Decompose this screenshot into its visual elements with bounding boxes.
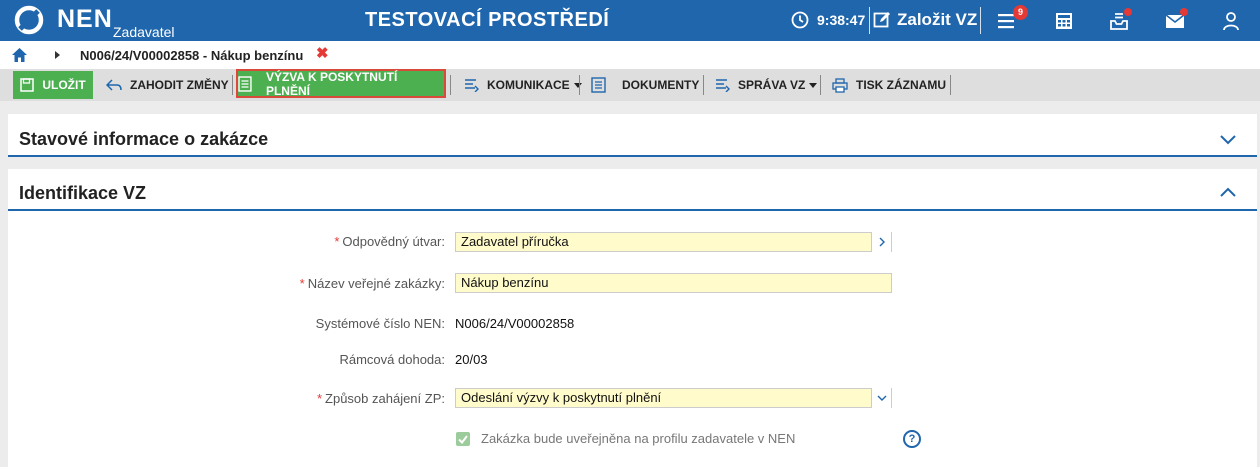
- header-divider: [869, 7, 870, 34]
- chevron-right-icon: [879, 237, 885, 247]
- home-icon[interactable]: [12, 48, 27, 62]
- clock-icon: [791, 11, 809, 29]
- chevron-down-icon[interactable]: [1219, 134, 1237, 146]
- toolbar-divider: [579, 75, 580, 95]
- edit-icon: [873, 12, 890, 28]
- discard-changes-button[interactable]: ZAHODIT ZMĚNY: [106, 71, 229, 99]
- toolbar-divider: [450, 75, 451, 95]
- required-marker: *: [299, 276, 305, 291]
- status-info-title[interactable]: Stavové informace o zakázce: [19, 129, 268, 150]
- checkmark-icon: [458, 434, 468, 444]
- environment-title: TESTOVACÍ PROSTŘEDÍ: [365, 9, 610, 31]
- system-number-label: Systémové číslo NEN:: [315, 316, 445, 331]
- toolbar-divider: [820, 75, 821, 95]
- help-icon[interactable]: ?: [903, 430, 921, 448]
- contract-name-field[interactable]: Nákup benzínu: [455, 273, 892, 293]
- chevron-down-icon: [809, 82, 818, 88]
- message-lines-icon: [465, 79, 479, 92]
- clock-time: 9:38:47: [817, 12, 866, 28]
- initiation-method-select[interactable]: Odeslání výzvy k poskytnutí plnění: [455, 388, 892, 408]
- dokumenty-button[interactable]: DOKUMENTY: [591, 71, 699, 99]
- notification-dot: [1180, 8, 1188, 16]
- chevron-up-icon[interactable]: [1219, 186, 1237, 198]
- tasks-badge: 9: [1013, 5, 1028, 20]
- save-label: ULOŽIT: [42, 78, 86, 92]
- contract-name-value: Nákup benzínu: [461, 275, 549, 290]
- initiation-method-label: * Způsob zahájení ZP:: [316, 391, 445, 406]
- save-button[interactable]: ULOŽIT: [13, 71, 93, 99]
- create-vz-label: Založit VZ: [897, 10, 978, 29]
- save-icon: [20, 78, 35, 92]
- toolbar-divider: [950, 75, 951, 95]
- framework-agreement-label: Rámcová dohoda:: [339, 352, 445, 367]
- chevron-down-icon: [877, 395, 886, 401]
- status-info-panel: Stavové informace o zakázce: [8, 114, 1257, 157]
- required-marker: *: [316, 391, 323, 406]
- panel-divider: [8, 209, 1257, 211]
- print-record-button[interactable]: TISK ZÁZNAMU: [832, 71, 946, 99]
- print-label: TISK ZÁZNAMU: [856, 78, 946, 92]
- komunikace-label: KOMUNIKACE: [487, 78, 570, 92]
- vyzva-label: VÝZVA K POSKYTNUTÍ PLNĚNÍ: [265, 69, 398, 98]
- close-icon[interactable]: ✖: [316, 46, 329, 61]
- top-bar: NEN Zadavatel TESTOVACÍ PROSTŘEDÍ 9:38:4…: [0, 0, 1260, 41]
- publish-checkbox[interactable]: [456, 432, 470, 446]
- manage-lines-icon: [716, 79, 730, 92]
- dokumenty-label: DOKUMENTY: [622, 78, 700, 92]
- responsible-unit-value: Zadavatel příručka: [461, 234, 569, 249]
- document-icon: [591, 77, 606, 93]
- responsible-unit-label: * Odpovědný útvar:: [334, 234, 445, 249]
- identification-title[interactable]: Identifikace VZ: [19, 183, 146, 204]
- publish-checkbox-label: Zakázka bude uveřejněna na profilu zadav…: [481, 431, 796, 446]
- identification-panel: Identifikace VZ: [8, 169, 1257, 467]
- chevron-right-icon: [55, 51, 60, 59]
- toolbar-divider: [232, 75, 233, 95]
- calculator-icon[interactable]: [1053, 10, 1075, 32]
- breadcrumb: N006/24/V00002858 - Nákup benzínu ✖: [0, 41, 1260, 69]
- chevron-down-icon: [573, 82, 582, 88]
- action-toolbar: ULOŽIT ZAHODIT ZMĚNY VÝZVA K POSKYTNUTÍ …: [0, 69, 1260, 101]
- print-icon: [832, 77, 848, 93]
- create-vz-button[interactable]: Založit VZ: [873, 6, 977, 34]
- notification-dot: [1124, 8, 1132, 16]
- required-marker: *: [334, 234, 340, 249]
- responsible-unit-field[interactable]: Zadavatel příručka: [455, 232, 892, 252]
- discard-label: ZAHODIT ZMĚNY: [130, 78, 229, 92]
- picker-button[interactable]: [871, 232, 891, 252]
- vyzva-button[interactable]: VÝZVA K POSKYTNUTÍ PLNĚNÍ: [236, 69, 446, 98]
- system-number-value: N006/24/V00002858: [455, 316, 575, 331]
- sprava-vz-menu[interactable]: SPRÁVA VZ: [715, 71, 818, 99]
- dropdown-button[interactable]: [871, 388, 891, 408]
- toolbar-divider: [703, 75, 704, 95]
- document-icon: [238, 75, 252, 92]
- undo-icon: [106, 79, 122, 91]
- initiation-method-value: Odeslání výzvy k poskytnutí plnění: [461, 390, 662, 405]
- user-icon[interactable]: [1220, 10, 1242, 32]
- nen-logo-icon[interactable]: [14, 5, 48, 35]
- panel-divider: [8, 155, 1257, 157]
- contract-name-label: * Název veřejné zakázky:: [299, 276, 445, 291]
- komunikace-menu[interactable]: KOMUNIKACE: [464, 71, 582, 99]
- logo-text: NEN: [57, 5, 113, 33]
- header-divider: [980, 7, 981, 34]
- framework-agreement-value: 20/03: [455, 352, 488, 367]
- logo-subtitle: Zadavatel: [113, 24, 175, 40]
- breadcrumb-current[interactable]: N006/24/V00002858 - Nákup benzínu: [80, 48, 303, 63]
- sprava-label: SPRÁVA VZ: [738, 78, 806, 92]
